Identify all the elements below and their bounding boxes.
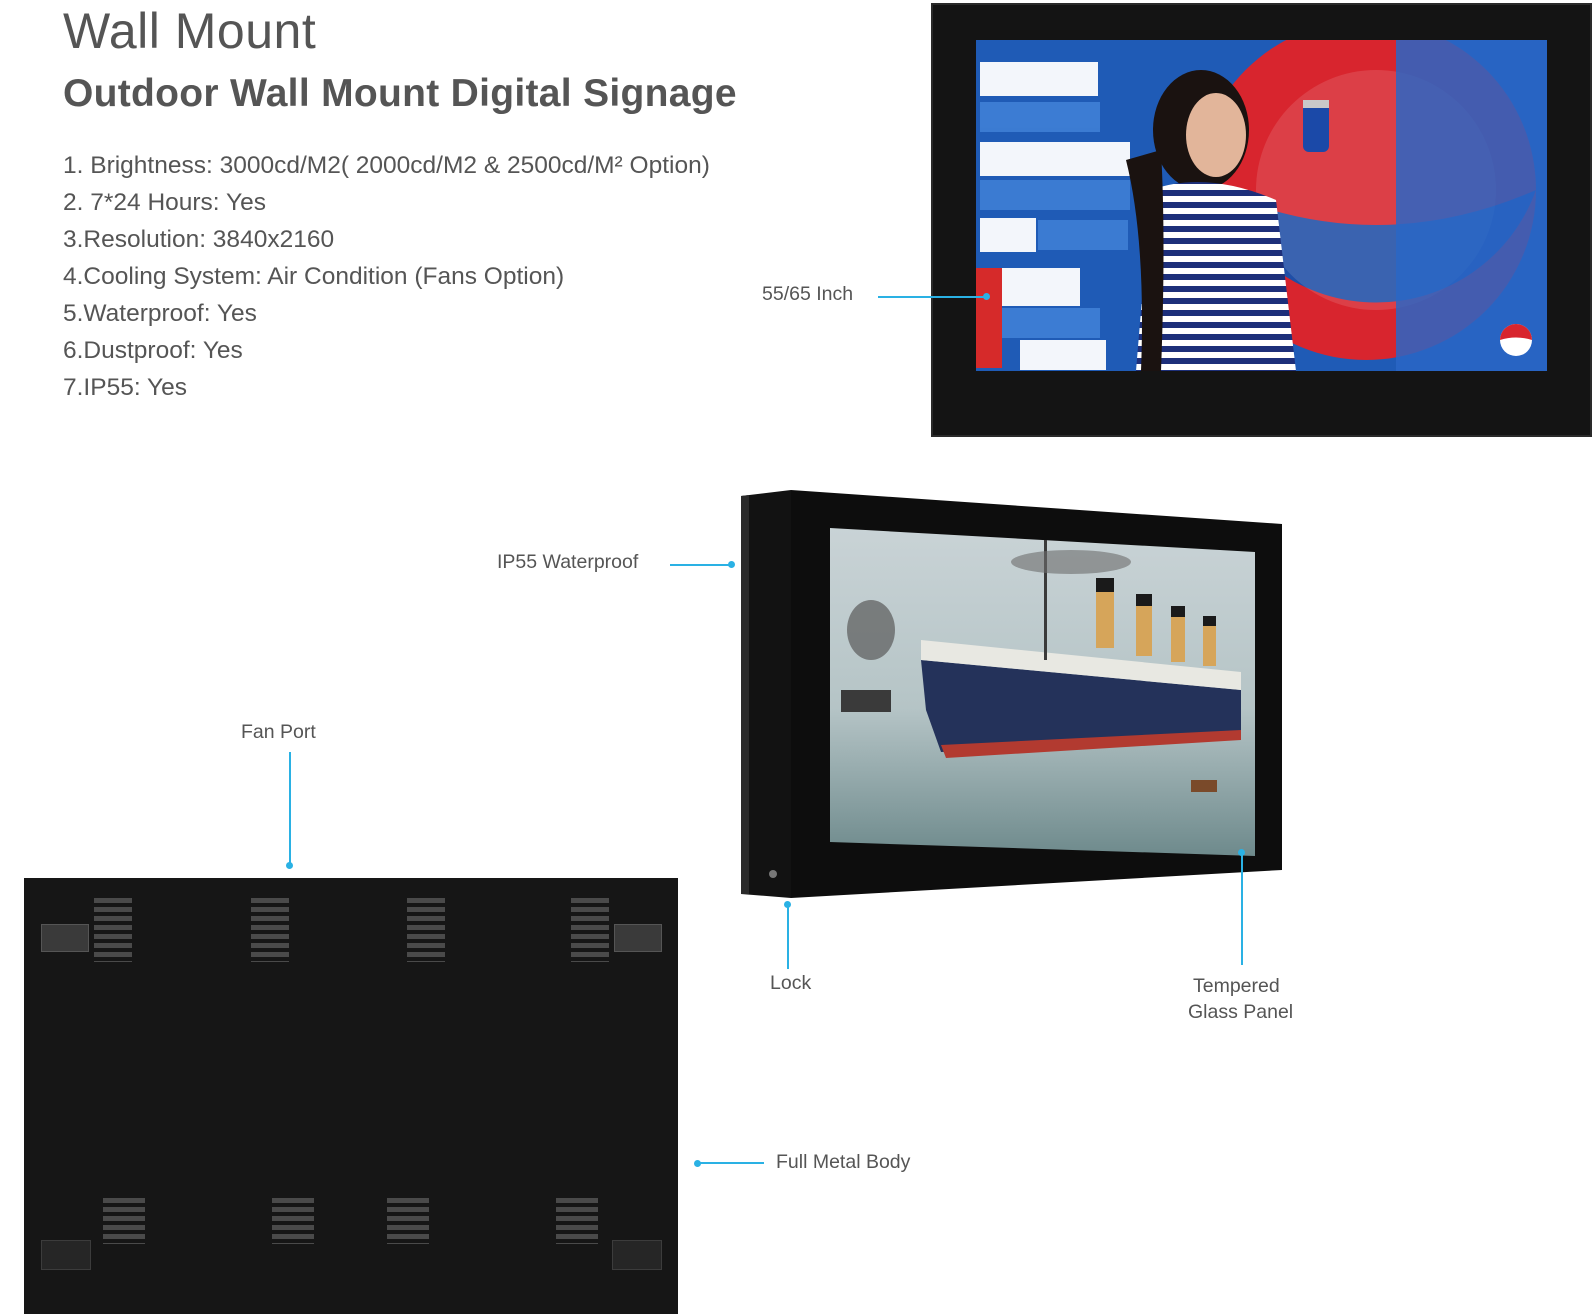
fan-vent [272, 1198, 314, 1244]
spec-item: 5.Waterproof: Yes [63, 300, 257, 327]
advertisement-image [976, 40, 1547, 371]
metal-body-callout-label: Full Metal Body [776, 1151, 911, 1173]
mount-bracket [41, 1240, 91, 1270]
waterproof-callout-line [670, 564, 732, 566]
spec-item: 4.Cooling System: Air Condition (Fans Op… [63, 263, 565, 290]
fan-vent [556, 1198, 598, 1244]
spec-item: 6.Dustproof: Yes [63, 337, 243, 364]
size-callout-dot [983, 293, 990, 300]
metal-body-callout-line [698, 1162, 764, 1164]
fan-vent [387, 1198, 429, 1244]
fan-vent [407, 898, 445, 962]
spec-item: 3.Resolution: 3840x2160 [63, 226, 335, 253]
mount-bracket [41, 924, 89, 952]
fan-vent [571, 898, 609, 962]
fan-vent [251, 898, 289, 962]
fan-port-callout-label: Fan Port [241, 721, 316, 743]
glass-callout-label-line2: Glass Panel [1188, 1001, 1294, 1023]
page-title: Wall Mount [63, 3, 317, 59]
front-view-screen-image [976, 40, 1547, 371]
spec-item: 2. 7*24 Hours: Yes [63, 189, 266, 216]
fan-vent [103, 1198, 145, 1244]
size-callout-label: 55/65 Inch [762, 283, 854, 305]
fan-vent [94, 898, 132, 962]
angled-view-monitor-image [741, 490, 1282, 898]
lock-callout-label: Lock [770, 972, 812, 994]
waterproof-callout-label: IP55 Waterproof [497, 551, 639, 573]
spec-item: 1. Brightness: 3000cd/M2( 2000cd/M2 & 25… [63, 152, 710, 179]
page-subtitle: Outdoor Wall Mount Digital Signage [63, 72, 737, 115]
lock-callout-line [787, 905, 789, 969]
waterproof-callout-dot [728, 561, 735, 568]
glass-callout-line [1241, 853, 1243, 965]
spec-list: 1. Brightness: 3000cd/M2( 2000cd/M2 & 25… [63, 150, 710, 409]
mount-bracket [614, 924, 662, 952]
glass-callout-label-line1: Tempered [1193, 975, 1280, 997]
fan-port-callout-dot [286, 862, 293, 869]
fan-port-callout-line [289, 752, 291, 864]
size-callout-line [878, 296, 986, 298]
spec-item: 7.IP55: Yes [63, 374, 187, 401]
mount-bracket [612, 1240, 662, 1270]
rear-view-panel-image [24, 878, 678, 1314]
